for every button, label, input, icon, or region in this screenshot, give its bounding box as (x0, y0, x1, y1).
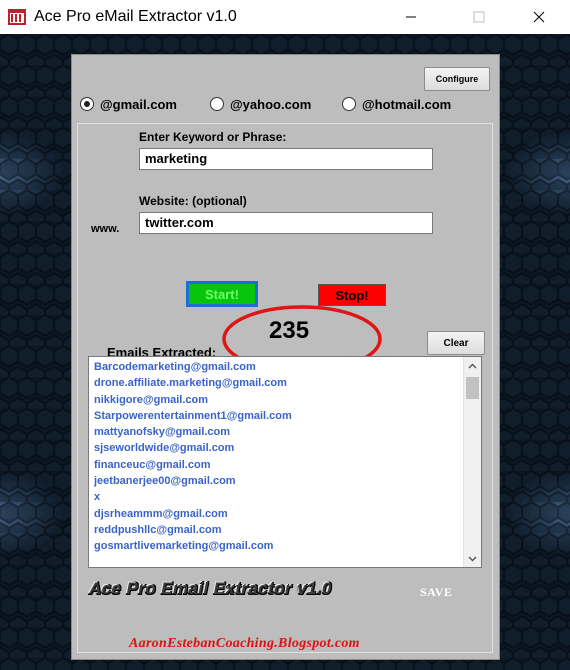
list-item[interactable]: reddpushllc@gmail.com (94, 522, 460, 538)
list-item[interactable]: drone.affiliate.marketing@gmail.com (94, 375, 460, 391)
footer-logo-title: Ace Pro Email Extractor v1.0 (89, 579, 332, 598)
save-button[interactable]: SAVE (420, 585, 452, 600)
list-item[interactable]: Barcodemarketing@gmail.com (94, 359, 460, 375)
radio-gmail[interactable]: @gmail.com (80, 93, 177, 115)
app-window: Ace Pro eMail Extractor v1.0 Configure @… (0, 0, 570, 670)
radio-gmail-label: @gmail.com (100, 96, 177, 112)
website-label: Website: (optional) (139, 194, 247, 208)
list-item[interactable]: mattyanofsky@gmail.com (94, 424, 460, 440)
radio-indicator[interactable] (210, 97, 224, 111)
title-bar[interactable]: Ace Pro eMail Extractor v1.0 (0, 0, 570, 35)
list-item[interactable]: sjseworldwide@gmail.com (94, 440, 460, 456)
radio-yahoo[interactable]: @yahoo.com (210, 93, 311, 115)
list-item[interactable]: financeuc@gmail.com (94, 457, 460, 473)
email-list[interactable]: Barcodemarketing@gmail.com drone.affilia… (88, 356, 482, 568)
client-area: Configure @gmail.com @yahoo.com @hotmail… (0, 34, 570, 670)
radio-yahoo-label: @yahoo.com (230, 96, 312, 112)
close-icon (533, 11, 545, 23)
close-button[interactable] (516, 0, 562, 34)
maximize-icon (473, 11, 485, 23)
email-list-scrollbar[interactable] (463, 357, 481, 567)
radio-hotmail[interactable]: @hotmail.com (342, 93, 451, 115)
list-item[interactable]: x (94, 489, 460, 505)
scroll-up-button[interactable] (464, 357, 481, 374)
main-panel: Configure @gmail.com @yahoo.com @hotmail… (71, 54, 500, 660)
list-item[interactable]: jeetbanerjee00@gmail.com (94, 473, 460, 489)
minimize-icon (406, 16, 416, 18)
scroll-thumb[interactable] (466, 377, 479, 399)
window-title: Ace Pro eMail Extractor v1.0 (34, 8, 237, 25)
chevron-down-icon (468, 556, 477, 561)
radio-indicator[interactable] (342, 97, 356, 111)
app-icon (8, 9, 26, 25)
list-item[interactable]: djsrheammm@gmail.com (94, 506, 460, 522)
scroll-down-button[interactable] (464, 550, 481, 567)
website-prefix: www. (91, 223, 120, 235)
configure-button[interactable]: Configure (424, 67, 490, 91)
minimize-button[interactable] (388, 0, 434, 34)
clear-button[interactable]: Clear (427, 331, 485, 355)
list-item[interactable]: nikkigore@gmail.com (94, 392, 460, 408)
radio-indicator-selected[interactable] (80, 97, 94, 111)
maximize-button[interactable] (456, 0, 502, 34)
email-list-items: Barcodemarketing@gmail.com drone.affilia… (94, 359, 460, 555)
list-item[interactable]: Starpowerentertainment1@gmail.com (94, 408, 460, 424)
keyword-label: Enter Keyword or Phrase: (139, 130, 287, 144)
list-item[interactable]: gosmartlivemarketing@gmail.com (94, 538, 460, 554)
blog-link: AaronEstebanCoaching.Blogspot.com (129, 636, 360, 651)
website-input[interactable]: twitter.com (139, 212, 433, 234)
keyword-input[interactable]: marketing (139, 148, 433, 170)
radio-hotmail-label: @hotmail.com (362, 96, 452, 112)
chevron-up-icon (468, 363, 477, 368)
